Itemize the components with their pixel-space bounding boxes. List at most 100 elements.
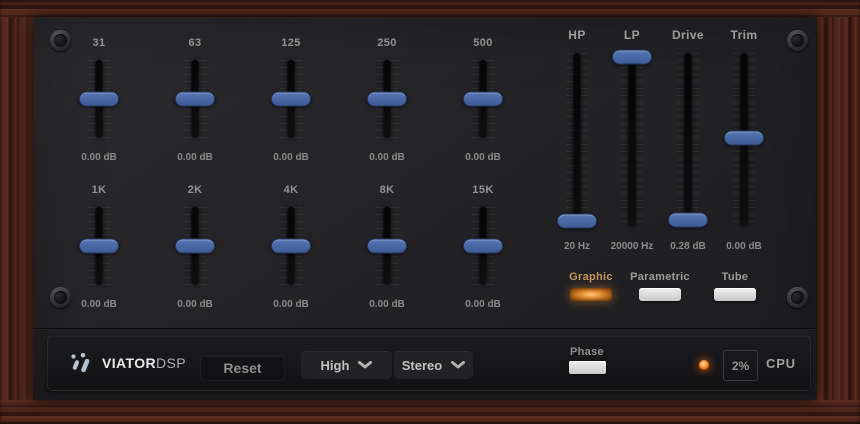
drive-control: Drive 0.28 dB bbox=[660, 28, 716, 254]
trim-control: Trim 0.00 dB bbox=[716, 28, 772, 254]
cpu-percent-box: 2% bbox=[723, 350, 758, 381]
eq-band-1k: 1K 0.00 dB bbox=[51, 183, 147, 312]
filter-value: 0.28 dB bbox=[670, 241, 706, 252]
band-slider[interactable] bbox=[463, 60, 503, 138]
band-value: 0.00 dB bbox=[369, 152, 405, 163]
screw-bottom-right bbox=[787, 287, 808, 308]
band-slider[interactable] bbox=[175, 207, 215, 285]
mode-tube: Tube bbox=[695, 270, 775, 301]
band-slider[interactable] bbox=[463, 207, 503, 285]
lp-slider[interactable] bbox=[612, 49, 652, 227]
eq-band-125: 125 0.00 dB bbox=[243, 36, 339, 165]
lp-filter: LP 20000 Hz bbox=[604, 28, 660, 254]
band-value: 0.00 dB bbox=[273, 152, 309, 163]
slider-thumb[interactable] bbox=[724, 130, 764, 146]
footer-strip: VIATORDSP Reset High Stereo Phase 2% CPU bbox=[33, 328, 816, 400]
eq-band-63: 63 0.00 dB bbox=[147, 36, 243, 165]
cpu-label: CPU bbox=[766, 355, 796, 371]
wood-frame-left bbox=[0, 0, 34, 424]
filter-label: LP bbox=[623, 28, 641, 42]
band-slider[interactable] bbox=[271, 207, 311, 285]
slider-thumb[interactable] bbox=[367, 238, 407, 254]
quality-dropdown[interactable]: High bbox=[301, 351, 392, 379]
band-slider[interactable] bbox=[79, 60, 119, 138]
filter-value: 20 Hz bbox=[563, 241, 591, 252]
band-frequency-label: 15K bbox=[472, 184, 494, 196]
slider-thumb[interactable] bbox=[612, 49, 652, 65]
slider-thumb[interactable] bbox=[79, 91, 119, 107]
band-frequency-label: 31 bbox=[92, 37, 106, 49]
slider-thumb[interactable] bbox=[668, 212, 708, 228]
phase-label: Phase bbox=[570, 346, 604, 358]
slider-track bbox=[684, 53, 692, 227]
band-slider[interactable] bbox=[271, 60, 311, 138]
slider-thumb[interactable] bbox=[557, 213, 597, 229]
eq-band-4k: 4K 0.00 dB bbox=[243, 183, 339, 312]
channel-dropdown-value: Stereo bbox=[401, 357, 443, 373]
bottom-bar: VIATORDSP Reset High Stereo Phase 2% CPU bbox=[47, 335, 811, 391]
band-frequency-label: 4K bbox=[283, 184, 299, 196]
drive-slider[interactable] bbox=[668, 53, 708, 228]
eq-band-31: 31 0.00 dB bbox=[51, 36, 147, 165]
band-slider[interactable] bbox=[367, 60, 407, 138]
band-value: 0.00 dB bbox=[177, 152, 213, 163]
eq-band-2k: 2K 0.00 dB bbox=[147, 183, 243, 312]
eq-band-8k: 8K 0.00 dB bbox=[339, 183, 435, 312]
mode-label: Parametric bbox=[630, 271, 690, 283]
reset-button[interactable]: Reset bbox=[200, 355, 285, 381]
band-frequency-label: 500 bbox=[473, 37, 493, 49]
chevron-down-icon bbox=[451, 361, 466, 369]
band-value: 0.00 dB bbox=[177, 299, 213, 310]
phase-button[interactable] bbox=[569, 361, 606, 374]
parametric-mode-button[interactable] bbox=[639, 288, 681, 301]
slider-track bbox=[628, 53, 636, 227]
filter-label: Trim bbox=[730, 28, 758, 42]
tube-mode-button[interactable] bbox=[714, 288, 756, 301]
slider-thumb[interactable] bbox=[175, 91, 215, 107]
graphic-mode-button[interactable] bbox=[570, 288, 612, 301]
chevron-down-icon bbox=[358, 361, 373, 369]
brand-name: VIATORDSP bbox=[102, 355, 186, 371]
wood-frame-top bbox=[0, 0, 860, 17]
filter-value: 20000 Hz bbox=[610, 241, 654, 252]
hp-filter: HP 20 Hz bbox=[549, 28, 605, 254]
viator-logo-icon bbox=[71, 352, 90, 372]
trim-slider[interactable] bbox=[724, 53, 764, 227]
wood-frame-bottom bbox=[0, 400, 860, 424]
brand-name-light: DSP bbox=[156, 355, 186, 371]
eq-band-250: 250 0.00 dB bbox=[339, 36, 435, 165]
slider-thumb[interactable] bbox=[271, 91, 311, 107]
brand-logo: VIATORDSP bbox=[69, 336, 186, 390]
filter-label: HP bbox=[568, 28, 586, 42]
band-frequency-label: 125 bbox=[281, 37, 301, 49]
wood-frame-right bbox=[815, 0, 860, 424]
band-slider[interactable] bbox=[367, 207, 407, 285]
eq-band-15k: 15K 0.00 dB bbox=[435, 183, 531, 312]
band-value: 0.00 dB bbox=[273, 299, 309, 310]
slider-track bbox=[573, 53, 581, 227]
filter-value: 0.00 dB bbox=[726, 241, 762, 252]
band-value: 0.00 dB bbox=[81, 152, 117, 163]
hp-slider[interactable] bbox=[557, 53, 597, 229]
band-slider[interactable] bbox=[175, 60, 215, 138]
band-value: 0.00 dB bbox=[81, 299, 117, 310]
slider-thumb[interactable] bbox=[175, 238, 215, 254]
slider-thumb[interactable] bbox=[367, 91, 407, 107]
filter-label: Drive bbox=[671, 28, 705, 42]
band-frequency-label: 250 bbox=[377, 37, 397, 49]
screw-top-right bbox=[787, 30, 808, 51]
slider-thumb[interactable] bbox=[271, 238, 311, 254]
band-slider[interactable] bbox=[79, 207, 119, 285]
band-value: 0.00 dB bbox=[465, 299, 501, 310]
cpu-led-icon bbox=[699, 360, 709, 370]
slider-thumb[interactable] bbox=[463, 91, 503, 107]
band-frequency-label: 2K bbox=[187, 184, 203, 196]
band-value: 0.00 dB bbox=[465, 152, 501, 163]
channel-dropdown[interactable]: Stereo bbox=[394, 351, 473, 379]
band-frequency-label: 1K bbox=[91, 184, 107, 196]
mode-label: Graphic bbox=[569, 271, 613, 283]
eq-band-500: 500 0.00 dB bbox=[435, 36, 531, 165]
mode-parametric: Parametric bbox=[620, 270, 700, 301]
slider-thumb[interactable] bbox=[79, 238, 119, 254]
slider-thumb[interactable] bbox=[463, 238, 503, 254]
